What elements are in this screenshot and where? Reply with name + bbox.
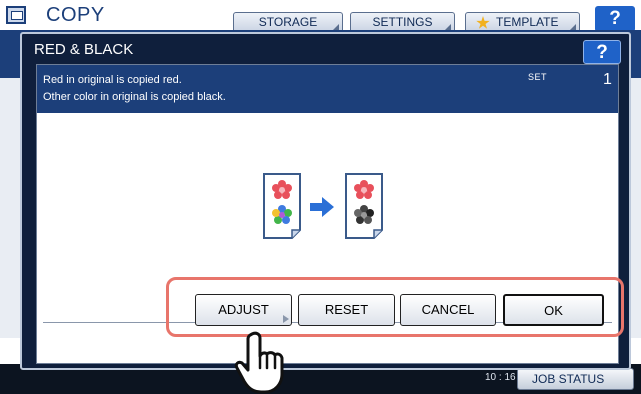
tab-template[interactable]: TEMPLATE (465, 12, 580, 32)
tab-settings[interactable]: SETTINGS (350, 12, 455, 32)
copy-screen-header: COPY STORAGE SETTINGS TEMPLATE ? (0, 0, 641, 32)
ok-button[interactable]: OK (503, 294, 604, 326)
dialog-titlebar: RED & BLACK ? (30, 38, 621, 64)
app-title: COPY (46, 4, 105, 26)
dialog-title: RED & BLACK (34, 41, 134, 58)
description-line-1: Red in original is copied red. (43, 74, 182, 86)
set-count: 1 (603, 71, 612, 88)
star-icon (476, 16, 490, 29)
dialog-help-button[interactable]: ? (583, 40, 621, 64)
reset-button[interactable]: RESET (298, 294, 395, 326)
arrow-right-icon (310, 197, 334, 217)
info-bar: Red in original is copied red. Other col… (37, 65, 618, 113)
reset-button-label: RESET (324, 302, 369, 317)
red-black-flower-document-icon (345, 173, 383, 239)
tab-storage-label: STORAGE (258, 15, 318, 29)
tab-template-label: TEMPLATE (496, 15, 559, 29)
copy-icon (6, 6, 26, 24)
tab-settings-label: SETTINGS (372, 15, 433, 29)
clock-time: 10 : 16 (485, 372, 516, 383)
help-button[interactable]: ? (595, 6, 635, 32)
submenu-arrow-icon (283, 315, 289, 323)
cancel-button-label: CANCEL (421, 302, 475, 317)
adjust-button[interactable]: ADJUST (195, 294, 292, 326)
tab-storage[interactable]: STORAGE (233, 12, 343, 32)
adjust-button-label: ADJUST (218, 302, 269, 317)
color-flower-document-icon (263, 173, 301, 239)
description-line-2: Other color in original is copied black. (43, 91, 226, 103)
job-status-button[interactable]: JOB STATUS (517, 368, 634, 390)
set-label: SET (528, 72, 548, 82)
ok-button-label: OK (544, 303, 563, 318)
hand-pointer-cursor (234, 331, 284, 394)
red-black-illustration (263, 173, 383, 239)
cancel-button[interactable]: CANCEL (400, 294, 496, 326)
